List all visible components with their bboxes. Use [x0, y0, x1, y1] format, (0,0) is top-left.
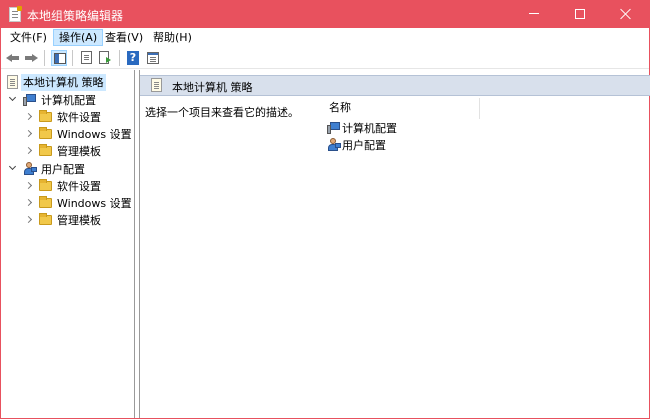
description-text: 选择一个项目来查看它的描述。 [145, 106, 299, 119]
column-header-name[interactable]: 名称 [318, 98, 480, 119]
export-list-button[interactable] [98, 50, 114, 66]
tree-item-label: 软件设置 [57, 180, 101, 193]
properties-sheet-icon [81, 51, 92, 64]
navigation-tree: 本地计算机 策略 计算机配置 软件设置 Windows 设置 管理模板 用户配置 [1, 70, 135, 418]
action-pane-icon [147, 52, 159, 64]
folder-icon [39, 179, 52, 191]
policy-editor-app-icon [9, 6, 22, 22]
details-pane: 本地计算机 策略 选择一个项目来查看它的描述。 名称 计算机配置 用户配置 [139, 70, 650, 418]
tree-item-admin-templates[interactable]: 管理模板 [1, 143, 134, 160]
minimize-icon [529, 13, 539, 14]
details-header-title: 本地计算机 策略 [172, 81, 253, 94]
tree-item-label: 计算机配置 [41, 94, 96, 107]
toolbar-separator [44, 50, 45, 66]
close-icon [620, 8, 632, 20]
tree-item-label: 管理模板 [57, 214, 101, 227]
properties-button[interactable] [79, 50, 95, 66]
list-item-computer-config[interactable]: 计算机配置 [327, 120, 399, 138]
user-icon [327, 138, 341, 152]
tree-item-label: 管理模板 [57, 145, 101, 158]
toolbar: ? [1, 47, 649, 69]
menu-help[interactable]: 帮助(H) [148, 29, 197, 46]
toolbar-separator [119, 50, 120, 66]
maximize-button[interactable] [557, 1, 603, 28]
close-button[interactable] [603, 1, 649, 28]
policy-document-icon [151, 78, 162, 92]
chevron-down-icon[interactable] [8, 93, 17, 102]
chevron-right-icon[interactable] [24, 129, 33, 138]
folder-icon [39, 213, 52, 225]
policy-document-icon [7, 75, 18, 89]
chevron-down-icon[interactable] [8, 162, 17, 171]
folder-icon [39, 144, 52, 156]
list-item-user-config[interactable]: 用户配置 [327, 137, 388, 155]
minimize-button[interactable] [511, 1, 557, 28]
tree-item-windows-settings[interactable]: Windows 设置 [1, 126, 134, 143]
folder-icon [39, 196, 52, 208]
chevron-right-icon[interactable] [24, 181, 33, 190]
computer-icon [327, 122, 341, 134]
folder-icon [39, 110, 52, 122]
forward-button[interactable] [23, 50, 39, 66]
tree-item-label: Windows 设置 [57, 128, 132, 141]
tree-item-windows-settings[interactable]: Windows 设置 [1, 195, 134, 212]
maximize-icon [575, 8, 585, 19]
menu-file[interactable]: 文件(F) [5, 29, 52, 46]
chevron-right-icon[interactable] [24, 146, 33, 155]
show-hide-tree-button[interactable] [51, 50, 67, 66]
tree-item-label: 本地计算机 策略 [21, 74, 106, 91]
tree-item-software-settings[interactable]: 软件设置 [1, 178, 134, 195]
tree-item-local-policy[interactable]: 本地计算机 策略 [1, 74, 134, 91]
tree-item-user-config[interactable]: 用户配置 [1, 161, 134, 178]
window: 本地组策略编辑器 文件(F) 操作(A) 查看(V) 帮助(H) ? 本地计算机… [0, 0, 650, 419]
tree-item-label: Windows 设置 [57, 197, 132, 210]
back-button[interactable] [5, 50, 21, 66]
show-hide-tree-icon [54, 53, 66, 64]
chevron-right-icon[interactable] [24, 215, 33, 224]
tree-item-admin-templates[interactable]: 管理模板 [1, 212, 134, 229]
help-button[interactable]: ? [125, 50, 141, 66]
tree-item-label: 软件设置 [57, 111, 101, 124]
details-header: 本地计算机 策略 [140, 75, 650, 96]
chevron-right-icon[interactable] [24, 198, 33, 207]
tree-item-label: 用户配置 [41, 163, 85, 176]
chevron-right-icon[interactable] [24, 112, 33, 121]
toolbar-separator [72, 50, 73, 66]
user-icon [23, 162, 37, 176]
computer-icon [23, 94, 37, 106]
help-icon: ? [127, 51, 139, 65]
export-list-icon [99, 51, 111, 64]
back-arrow-icon [6, 54, 19, 62]
tree-item-software-settings[interactable]: 软件设置 [1, 109, 134, 126]
title-bar: 本地组策略编辑器 [1, 1, 649, 28]
menu-action[interactable]: 操作(A) [53, 29, 104, 46]
menu-view[interactable]: 查看(V) [100, 29, 148, 46]
window-title: 本地组策略编辑器 [27, 9, 124, 23]
action-pane-button[interactable] [145, 50, 161, 66]
forward-arrow-icon [25, 54, 38, 62]
tree-item-computer-config[interactable]: 计算机配置 [1, 92, 134, 109]
folder-icon [39, 127, 52, 139]
menu-bar: 文件(F) 操作(A) 查看(V) 帮助(H) [1, 28, 649, 47]
